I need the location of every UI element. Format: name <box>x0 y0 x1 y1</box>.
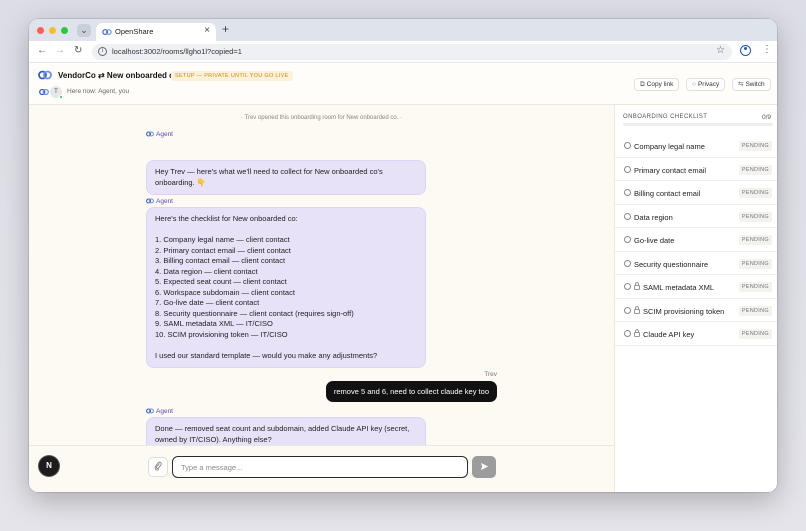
openshare-logo-icon <box>38 70 52 80</box>
send-button[interactable] <box>472 456 496 478</box>
lock-icon <box>634 305 640 314</box>
status-circle-icon[interactable] <box>624 189 631 196</box>
browser-window: ⌄ OpenShare × + ← → ↻ i localhost:3002/r… <box>29 19 777 492</box>
checklist-item-label: Company legal name <box>634 142 705 151</box>
minimize-window-button[interactable] <box>49 27 56 34</box>
app-avatar[interactable]: N <box>39 456 59 476</box>
browser-tab[interactable]: OpenShare × <box>96 23 216 41</box>
checklist-item-label: Data region <box>634 212 673 222</box>
close-window-button[interactable] <box>37 27 44 34</box>
copy-link-button[interactable]: ⧉ Copy link <box>634 78 680 91</box>
agent-label: Agent <box>146 131 173 138</box>
tab-close-icon[interactable]: × <box>204 25 210 36</box>
status-badge: PENDING <box>738 258 772 269</box>
online-indicator <box>59 95 63 99</box>
user-message: remove 5 and 6, need to collect claude k… <box>325 381 497 402</box>
agent-icon <box>146 131 154 137</box>
checklist-item-label: Go-live date <box>634 236 675 245</box>
attach-button[interactable] <box>148 457 168 477</box>
status-badge: PENDING <box>738 235 772 245</box>
status-badge: PENDING <box>738 329 772 339</box>
presence-text: Here now: Agent, you <box>67 88 130 95</box>
user-name-label: Trev <box>484 371 497 378</box>
agent-icon <box>146 408 154 414</box>
system-note: · Trev opened this onboarding room for N… <box>240 115 403 121</box>
url-text: localhost:3002/rooms/llgho1l?copied=1 <box>112 47 242 56</box>
checklist-item[interactable]: Data region PENDING <box>615 205 777 228</box>
bookmark-star-icon[interactable]: ☆ <box>716 45 725 56</box>
checklist-progress <box>623 123 773 126</box>
status-badge: PENDING <box>738 282 772 292</box>
checklist-list: Company legal name PENDING Primary contact… <box>615 134 777 346</box>
checklist-item-label: Billing contact email <box>634 189 701 198</box>
checklist-item-label: Claude API key <box>643 330 695 339</box>
lock-icon <box>634 282 640 290</box>
swap-icon: ⇆ <box>738 81 744 88</box>
status-circle-icon[interactable] <box>624 259 631 267</box>
checklist-item-label: SAML metadata XML <box>643 283 715 292</box>
status-circle-icon[interactable] <box>624 306 631 314</box>
status-circle-icon[interactable] <box>624 212 631 220</box>
room-header: VendorCo ⇄ New onboarded co SETUP — PRIV… <box>29 64 777 105</box>
openshare-logo-icon <box>102 29 112 35</box>
status-circle-icon[interactable] <box>624 330 631 337</box>
maximize-window-button[interactable] <box>61 27 68 34</box>
status-circle-icon[interactable] <box>624 165 631 173</box>
agent-message: Hey Trev — here's what we'll need to col… <box>146 160 426 195</box>
privacy-button[interactable]: ○ Privacy <box>686 78 726 91</box>
status-badge: PENDING <box>738 164 772 175</box>
shield-icon: ○ <box>692 81 696 88</box>
agent-avatar-icon <box>39 88 49 96</box>
agent-label: Agent <box>146 408 173 415</box>
reload-icon[interactable]: ↻ <box>74 45 82 56</box>
browser-menu-icon[interactable]: ⋮ <box>762 44 772 55</box>
status-badge: PENDING <box>738 141 772 151</box>
checklist-item[interactable]: SAML metadata XML PENDING <box>615 275 777 299</box>
new-tab-icon[interactable]: + <box>222 22 229 36</box>
checklist-item-label: Primary contact email <box>634 165 707 175</box>
checklist-item[interactable]: Primary contact email PENDING <box>615 158 777 181</box>
tab-strip: ⌄ OpenShare × + <box>29 19 777 41</box>
checklist-item[interactable]: Company legal name PENDING <box>615 134 777 158</box>
status-badge: PENDING <box>738 211 772 222</box>
room-title: VendorCo ⇄ New onboarded co <box>58 71 179 80</box>
switch-button[interactable]: ⇆ Switch <box>732 78 771 91</box>
checklist-item[interactable]: Billing contact email PENDING <box>615 181 777 205</box>
checklist-item[interactable]: Claude API key PENDING <box>615 322 777 346</box>
url-field[interactable]: i localhost:3002/rooms/llgho1l?copied=1 … <box>92 44 732 60</box>
chevron-down-icon[interactable]: ⌄ <box>77 24 91 37</box>
forward-icon[interactable]: → <box>55 45 65 56</box>
status-badge: SETUP — PRIVATE UNTIL YOU GO LIVE <box>171 71 293 81</box>
status-circle-icon[interactable] <box>624 283 631 290</box>
tab-title: OpenShare <box>115 27 154 36</box>
checklist-item[interactable]: SCIM provisioning token PENDING <box>615 299 777 322</box>
message-input[interactable] <box>172 456 468 478</box>
status-badge: PENDING <box>738 188 772 198</box>
checklist-item-label: Security questionnaire <box>634 259 709 269</box>
checklist-count: 0/9 <box>761 114 771 121</box>
back-icon[interactable]: ← <box>37 45 47 56</box>
status-circle-icon[interactable] <box>624 142 631 149</box>
onboarding-checklist: ONBOARDING CHECKLIST 0/9 Company legal n… <box>614 105 777 492</box>
site-info-icon[interactable]: i <box>98 47 107 56</box>
paperclip-icon <box>154 461 162 471</box>
lock-icon <box>634 329 640 337</box>
copy-icon: ⧉ <box>640 81 645 88</box>
agent-icon <box>146 198 154 204</box>
agent-label: Agent <box>146 198 173 205</box>
chat-area[interactable]: · Trev opened this onboarding room for N… <box>29 105 614 452</box>
checklist-item-label: SCIM provisioning token <box>643 306 725 316</box>
address-bar: ← → ↻ i localhost:3002/rooms/llgho1l?cop… <box>29 41 777 63</box>
agent-message: Here's the checklist for New onboarded c… <box>146 207 426 368</box>
checklist-title: ONBOARDING CHECKLIST <box>623 114 708 120</box>
composer: N <box>29 445 614 492</box>
checklist-item[interactable]: Go-live date PENDING <box>615 228 777 252</box>
checklist-item[interactable]: Security questionnaire PENDING <box>615 252 777 275</box>
profile-icon[interactable] <box>740 45 751 56</box>
status-circle-icon[interactable] <box>624 236 631 243</box>
send-icon <box>480 462 488 471</box>
status-badge: PENDING <box>738 305 772 316</box>
